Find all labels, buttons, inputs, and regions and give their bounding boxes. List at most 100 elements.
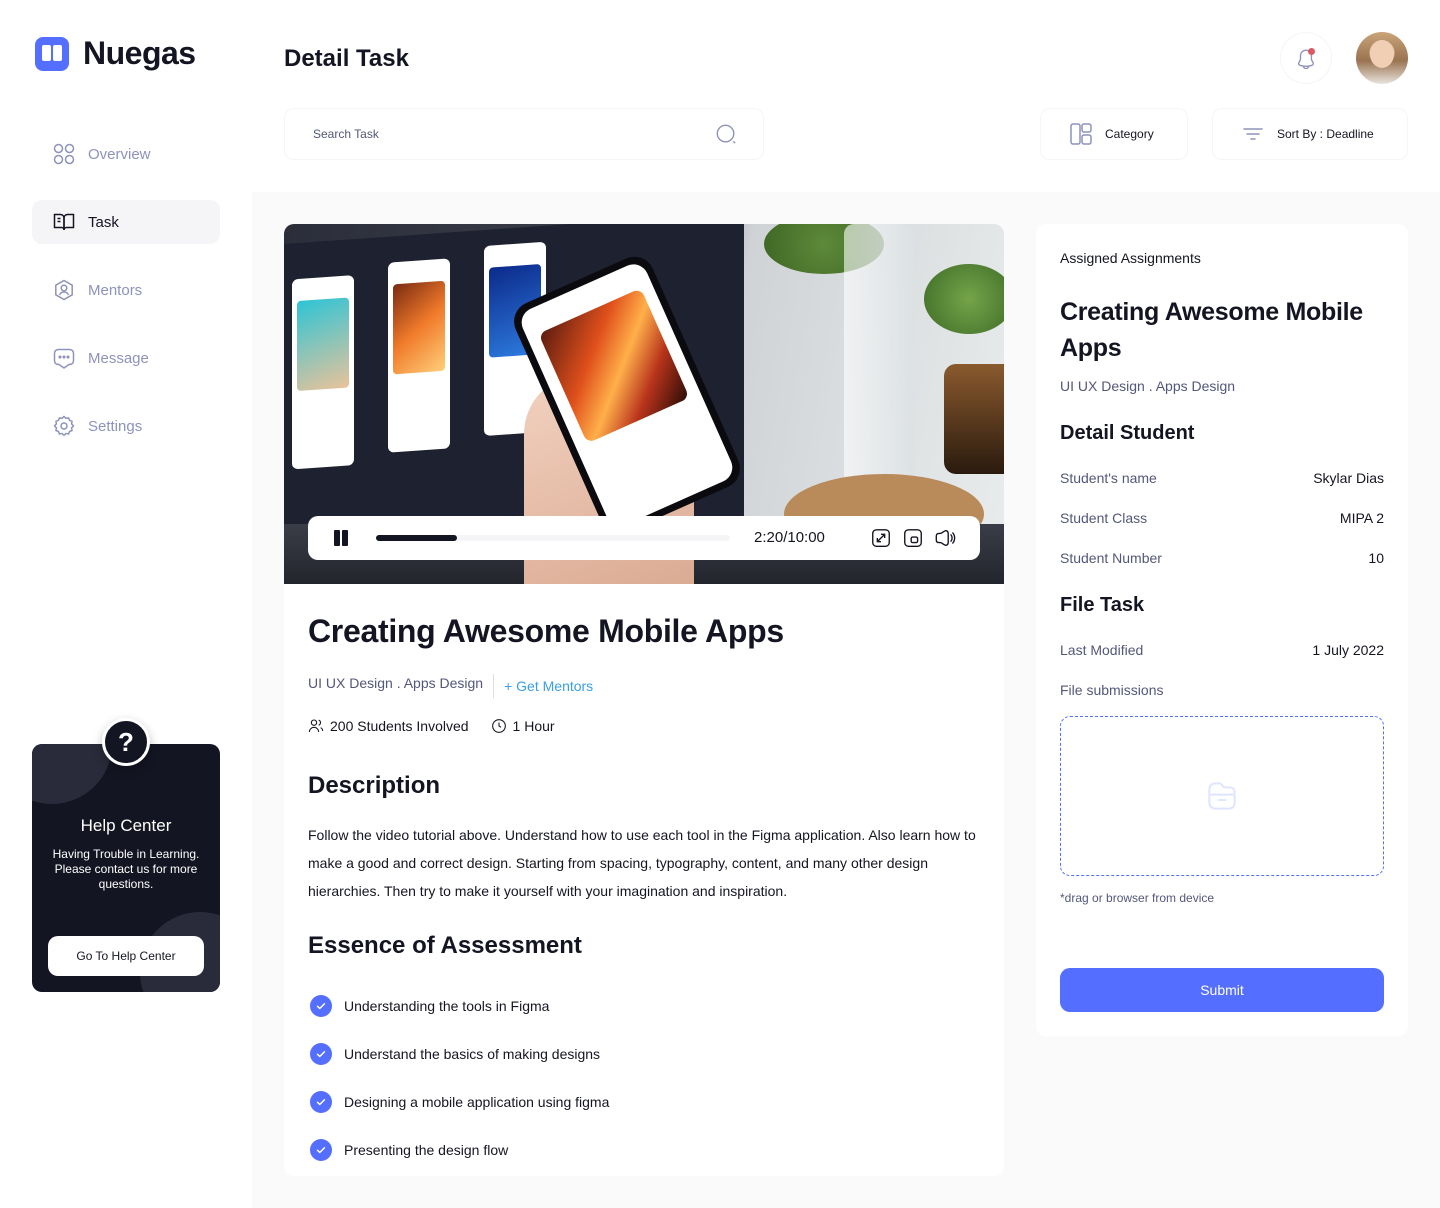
- decorative-bottle: [844, 224, 914, 484]
- category-icon: [1070, 123, 1092, 145]
- sort-button[interactable]: Sort By : Deadline: [1212, 108, 1408, 160]
- logo-book-icon: [35, 36, 69, 71]
- help-center-card: ? Help Center Having Trouble in Learning…: [32, 718, 220, 992]
- list-item: Presenting the design flow: [308, 1126, 609, 1174]
- clock-icon: [491, 719, 506, 733]
- essence-item-text: Understanding the tools in Figma: [344, 998, 550, 1014]
- task-detail-card: 2:20/10:00 Creating Awesome Mobile Apps …: [284, 224, 1004, 1176]
- help-center-button[interactable]: Go To Help Center: [48, 936, 204, 976]
- help-text: Having Trouble in Learning. Please conta…: [52, 847, 200, 891]
- sidebar: Nuegas Overview Task Mentors Message Set…: [0, 0, 252, 1208]
- notification-button[interactable]: [1280, 32, 1332, 84]
- list-item: Understanding the tools in Figma: [308, 982, 609, 1030]
- students-icon: [308, 719, 324, 733]
- sidebar-item-label: Message: [88, 349, 149, 367]
- decorative-plant: [924, 264, 1004, 334]
- sort-label: Sort By : Deadline: [1277, 127, 1374, 141]
- question-icon: ?: [102, 718, 150, 766]
- notification-dot: [1308, 48, 1315, 55]
- sidebar-item-task[interactable]: Task: [32, 200, 220, 244]
- description-text: Follow the video tutorial above. Underst…: [308, 827, 976, 899]
- kv-value: MIPA 2: [1339, 510, 1384, 526]
- fullscreen-icon[interactable]: [870, 527, 892, 549]
- pause-icon[interactable]: [332, 530, 350, 546]
- assignment-panel: Assigned Assignments Creating Awesome Mo…: [1036, 224, 1408, 1036]
- picture-in-picture-icon[interactable]: [902, 527, 924, 549]
- sidebar-item-label: Settings: [88, 417, 143, 435]
- description-heading: Description: [308, 772, 441, 799]
- sidebar-item-message[interactable]: Message: [32, 336, 220, 380]
- submit-button[interactable]: Submit: [1060, 968, 1384, 1012]
- kv-key: Last Modified: [1060, 642, 1144, 658]
- chat-icon: [53, 348, 75, 369]
- file-task-heading: File Task: [1060, 594, 1145, 616]
- file-submissions-row: File submissions: [1060, 682, 1384, 698]
- check-icon: [310, 1139, 332, 1161]
- grid-icon: [53, 143, 75, 165]
- sidebar-item-label: Overview: [88, 145, 151, 163]
- assignment-title: Creating Awesome Mobile Apps: [1060, 298, 1363, 362]
- help-title: Help Center: [80, 816, 172, 835]
- folder-icon: [1208, 782, 1236, 810]
- essence-item-text: Understand the basics of making designs: [344, 1046, 601, 1062]
- check-icon: [310, 995, 332, 1017]
- logo[interactable]: Nuegas: [35, 35, 196, 72]
- drop-note: *drag or browser from device: [1060, 891, 1215, 905]
- student-class-row: Student Class MIPA 2: [1060, 510, 1384, 526]
- essence-heading: Essence of Assessment: [308, 932, 582, 959]
- course-stats: 200 Students Involved 1 Hour: [308, 718, 555, 734]
- sidebar-item-overview[interactable]: Overview: [32, 132, 220, 176]
- category-label: Category: [1105, 127, 1154, 141]
- course-title: Creating Awesome Mobile Apps: [308, 613, 784, 649]
- get-mentors-link[interactable]: + Get Mentors: [494, 678, 593, 694]
- sidebar-item-settings[interactable]: Settings: [32, 404, 220, 448]
- avatar[interactable]: [1356, 32, 1408, 84]
- user-icon: [55, 279, 73, 301]
- kv-key: Student Class: [1060, 510, 1148, 526]
- detail-student-heading: Detail Student: [1060, 422, 1195, 444]
- course-category: UI UX Design . Apps Design: [308, 674, 495, 698]
- gear-icon: [53, 415, 75, 437]
- video-player[interactable]: 2:20/10:00: [284, 224, 1004, 584]
- students-involved: 200 Students Involved: [330, 718, 469, 734]
- video-progress-bar[interactable]: [376, 535, 730, 541]
- essence-list: Understanding the tools in Figma Underst…: [308, 982, 609, 1174]
- essence-item-text: Presenting the design flow: [344, 1142, 509, 1158]
- essence-item-text: Designing a mobile application using fig…: [344, 1094, 610, 1110]
- list-item: Designing a mobile application using fig…: [308, 1078, 609, 1126]
- search-icon[interactable]: [715, 123, 737, 145]
- video-controls: 2:20/10:00: [308, 516, 980, 560]
- sidebar-item-label: Task: [88, 213, 119, 231]
- book-icon: [53, 213, 75, 231]
- course-duration: 1 Hour: [512, 718, 555, 734]
- app-name: Nuegas: [83, 35, 196, 71]
- check-icon: [310, 1043, 332, 1065]
- kv-key: Student Number: [1060, 550, 1162, 566]
- search-input[interactable]: [313, 127, 693, 141]
- page-title: Detail Task: [284, 45, 409, 72]
- search-box: [284, 108, 764, 160]
- check-icon: [310, 1091, 332, 1113]
- filter-icon: [1243, 128, 1263, 140]
- category-button[interactable]: Category: [1040, 108, 1188, 160]
- video-time: 2:20/10:00: [754, 529, 825, 546]
- file-submissions-label: File submissions: [1060, 682, 1164, 698]
- list-item: Understand the basics of making designs: [308, 1030, 609, 1078]
- kv-key: Student's name: [1060, 470, 1157, 486]
- sidebar-item-label: Mentors: [88, 281, 143, 299]
- sidebar-item-mentors[interactable]: Mentors: [32, 268, 220, 312]
- video-progress-fill: [376, 535, 458, 541]
- decorative-mug: [944, 364, 1004, 474]
- student-number-row: Student Number 10: [1060, 550, 1384, 566]
- kv-value: Skylar Dias: [1313, 470, 1384, 486]
- last-modified-row: Last Modified 1 July 2022: [1060, 642, 1384, 658]
- course-meta: UI UX Design . Apps Design + Get Mentors: [308, 674, 593, 698]
- kv-value: 10: [1368, 550, 1384, 566]
- assignment-label: Assigned Assignments: [1060, 250, 1201, 266]
- kv-value: 1 July 2022: [1312, 642, 1384, 658]
- assignment-category: UI UX Design . Apps Design: [1060, 378, 1236, 394]
- file-dropzone[interactable]: [1060, 716, 1384, 876]
- sidebar-nav: Overview Task Mentors Message Settings: [32, 132, 220, 472]
- volume-icon[interactable]: [934, 527, 956, 549]
- student-name-row: Student's name Skylar Dias: [1060, 470, 1384, 486]
